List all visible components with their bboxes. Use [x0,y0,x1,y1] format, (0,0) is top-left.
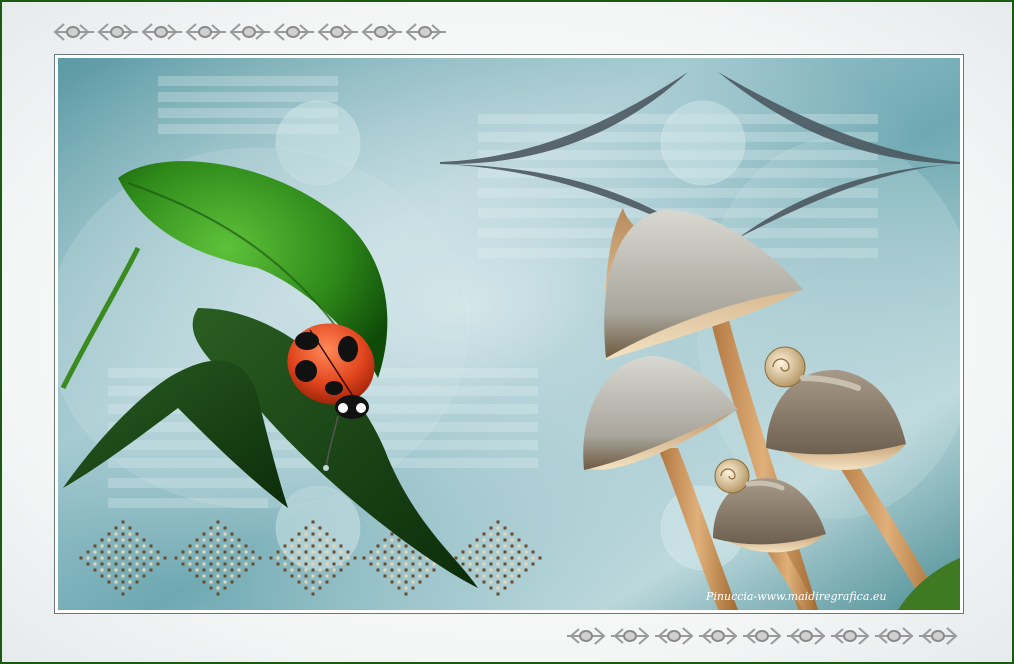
artwork-scene: Pinuccia-www.maidiregrafica.eu [58,58,960,610]
arrow-ornament [405,23,446,41]
arrow-ornament [919,627,958,645]
arrow-ornament [317,23,358,41]
watermark-text: Pinuccia-www.maidiregrafica.eu [705,590,886,603]
arrow-border-bottom [567,627,958,645]
arrow-ornament [611,627,650,645]
arrow-border-top [53,23,446,41]
arrow-ornament [273,23,314,41]
arrow-ornament [97,23,138,41]
arrow-ornament [229,23,270,41]
arrow-ornament [655,627,694,645]
arrow-ornament [699,627,738,645]
arrow-ornament [185,23,226,41]
arrow-ornament [361,23,402,41]
arrow-ornament [787,627,826,645]
arrow-ornament [875,627,914,645]
arrow-ornament [831,627,870,645]
arrow-ornament [53,23,94,41]
arrow-ornament [141,23,182,41]
artwork-panel: Pinuccia-www.maidiregrafica.eu [54,54,964,614]
arrow-ornament [567,627,606,645]
arrow-ornament [743,627,782,645]
picture-frame: Pinuccia-www.maidiregrafica.eu [0,0,1014,664]
